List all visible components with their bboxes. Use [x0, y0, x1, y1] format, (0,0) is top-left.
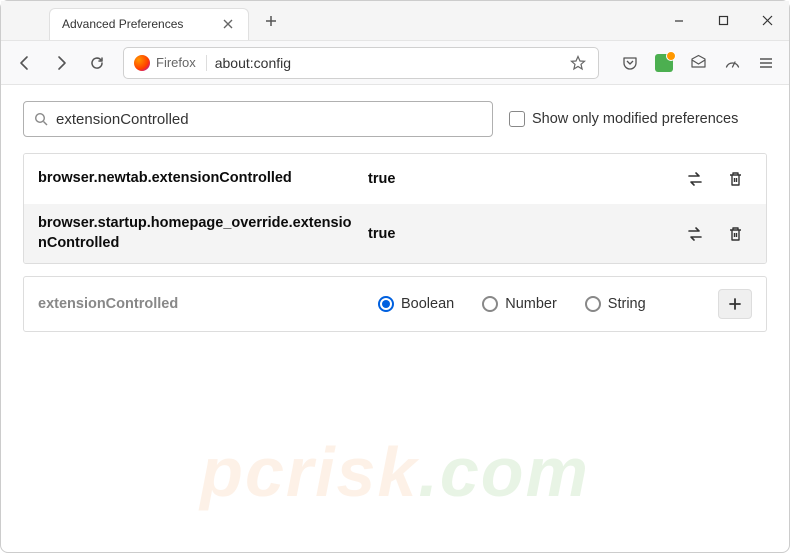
radio-string[interactable]: String — [585, 296, 646, 312]
nav-toolbar: Firefox about:config — [1, 41, 789, 85]
tab-title: Advanced Preferences — [62, 17, 210, 31]
radio-boolean[interactable]: Boolean — [378, 296, 454, 312]
maximize-button[interactable] — [701, 1, 745, 41]
pocket-icon[interactable] — [615, 48, 645, 78]
add-pref-button[interactable] — [718, 289, 752, 319]
toggle-button[interactable] — [678, 164, 712, 194]
close-window-button[interactable] — [745, 1, 789, 41]
identity-label: Firefox — [156, 55, 196, 70]
toggle-button[interactable] — [678, 219, 712, 249]
titlebar: Advanced Preferences — [1, 1, 789, 41]
pref-search-input[interactable] — [56, 111, 482, 128]
url-text: about:config — [215, 55, 560, 71]
tab-close-icon[interactable] — [220, 16, 236, 32]
site-identity[interactable]: Firefox — [134, 55, 207, 71]
pref-value: true — [368, 226, 668, 242]
new-pref-name: extensionControlled — [38, 296, 358, 312]
forward-button[interactable] — [45, 47, 77, 79]
browser-tab[interactable]: Advanced Preferences — [49, 8, 249, 40]
mail-icon[interactable] — [683, 48, 713, 78]
firefox-logo-icon — [134, 55, 150, 71]
radio-icon — [378, 296, 394, 312]
checkbox-icon — [509, 111, 525, 127]
hamburger-menu-icon[interactable] — [751, 48, 781, 78]
pref-name: browser.newtab.extensionControlled — [38, 169, 358, 189]
pref-name: browser.startup.homepage_override.extens… — [38, 214, 358, 253]
pref-row: browser.newtab.extensionControlled true — [24, 154, 766, 204]
watermark: pcrisk.com — [200, 432, 590, 512]
reload-button[interactable] — [81, 47, 113, 79]
type-radio-group: Boolean Number String — [368, 296, 708, 312]
radio-icon — [585, 296, 601, 312]
back-button[interactable] — [9, 47, 41, 79]
modified-only-checkbox[interactable]: Show only modified preferences — [509, 111, 738, 127]
extension-icon[interactable] — [649, 48, 679, 78]
new-pref-row: extensionControlled Boolean Number Strin… — [23, 276, 767, 332]
filter-label: Show only modified preferences — [532, 111, 738, 127]
search-icon — [34, 112, 48, 126]
pref-value: true — [368, 171, 668, 187]
url-bar[interactable]: Firefox about:config — [123, 47, 599, 79]
pref-table: browser.newtab.extensionControlled true … — [23, 153, 767, 264]
pref-row: browser.startup.homepage_override.extens… — [24, 204, 766, 263]
delete-button[interactable] — [718, 164, 752, 194]
minimize-button[interactable] — [657, 1, 701, 41]
new-tab-button[interactable] — [257, 7, 285, 35]
delete-button[interactable] — [718, 219, 752, 249]
page-content: Show only modified preferences browser.n… — [1, 85, 789, 348]
bookmark-star-icon[interactable] — [568, 53, 588, 73]
radio-number[interactable]: Number — [482, 296, 557, 312]
pref-search-box[interactable] — [23, 101, 493, 137]
window-controls — [657, 1, 789, 40]
speed-icon[interactable] — [717, 48, 747, 78]
radio-icon — [482, 296, 498, 312]
search-row: Show only modified preferences — [23, 101, 767, 137]
